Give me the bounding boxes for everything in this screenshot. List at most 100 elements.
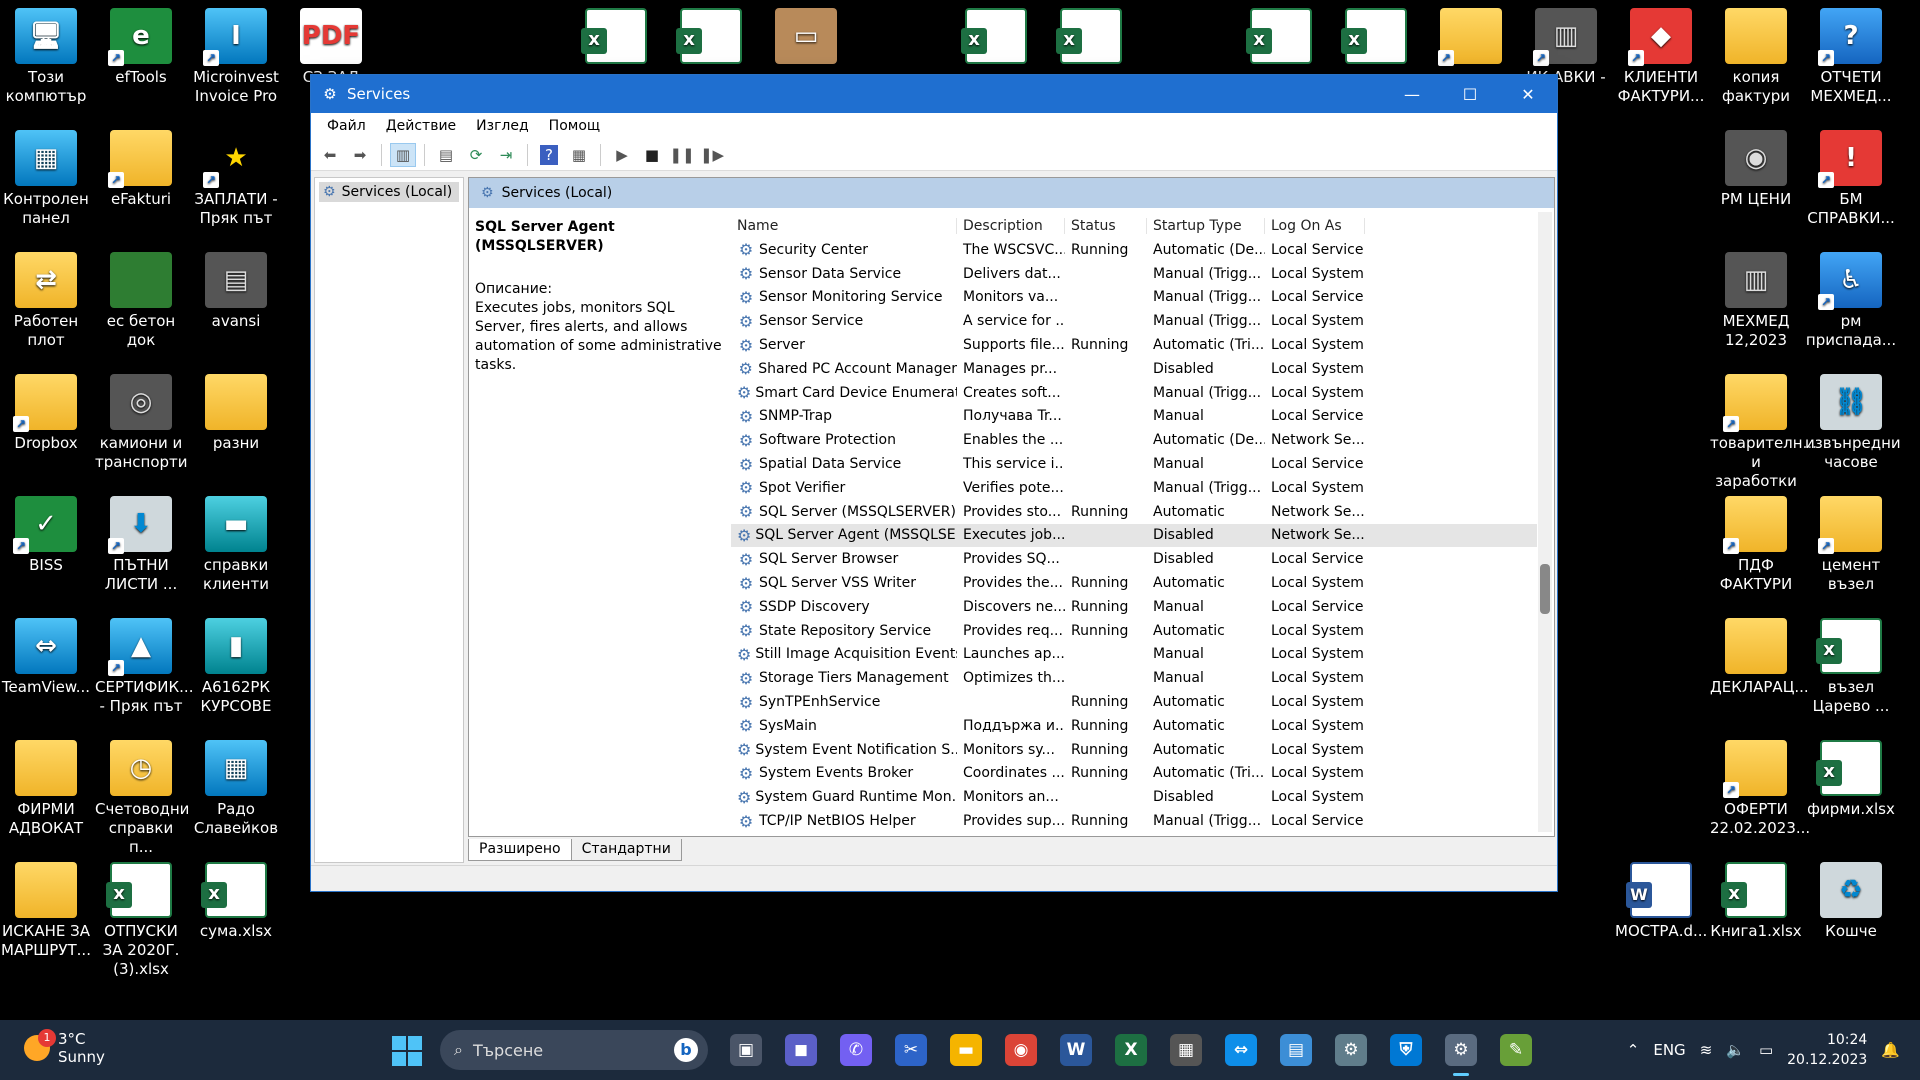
desktop-icon[interactable]: ⇄ Работен плот bbox=[0, 252, 92, 350]
calculator-icon[interactable]: ▦ bbox=[1170, 1034, 1202, 1066]
forward-arrow-icon[interactable]: ➡ bbox=[347, 143, 373, 167]
restart-service-icon[interactable]: ❚▶ bbox=[699, 143, 725, 167]
desktop-icon[interactable]: ▥ МЕХМЕД 12,2023 bbox=[1710, 252, 1802, 350]
desktop-icon[interactable] bbox=[1235, 8, 1327, 68]
table-row[interactable]: ⚙ SQL Server (MSSQLSERVER) Provides sto...… bbox=[731, 500, 1537, 524]
table-row[interactable]: ⚙ State Repository Service Provides req...… bbox=[731, 619, 1537, 643]
desktop-icon[interactable]: ▦ Контролен панел bbox=[0, 130, 92, 228]
column-header-status[interactable]: Status bbox=[1065, 218, 1147, 234]
table-row[interactable]: ⚙ System Events Broker Coordinates ... Runn… bbox=[731, 762, 1537, 786]
desktop-icon[interactable]: сума.xlsx bbox=[190, 862, 282, 941]
desktop-icon[interactable]: ◆КЛИЕНТИ ФАКТУРИ... bbox=[1615, 8, 1707, 106]
menu-help[interactable]: Помощ bbox=[539, 118, 610, 134]
excel-icon[interactable]: X bbox=[1115, 1034, 1147, 1066]
table-row[interactable]: ⚙ Spatial Data Service This service i... Ma… bbox=[731, 452, 1537, 476]
show-action-pane-icon[interactable]: ▦ bbox=[566, 143, 592, 167]
table-row[interactable]: ⚙ SQL Server Agent (MSSQLSE... Executes jo… bbox=[731, 523, 1537, 548]
word-icon[interactable]: W bbox=[1060, 1034, 1092, 1066]
services-icon[interactable]: ⚙ bbox=[1445, 1034, 1477, 1076]
desktop-icon[interactable] bbox=[1330, 8, 1422, 68]
bell-icon[interactable]: 🔔 bbox=[1881, 1041, 1900, 1059]
desktop-icon[interactable] bbox=[570, 8, 662, 68]
tab-extended[interactable]: Разширено bbox=[468, 839, 572, 861]
table-row[interactable]: ⚙ SNMP-Trap Получава Tr... Manual Local Serv… bbox=[731, 405, 1537, 429]
desktop-icon[interactable]: ⬇ПЪТНИ ЛИСТИ ... bbox=[95, 496, 187, 594]
desktop-icon[interactable]: ◎ камиони и транспорти bbox=[95, 374, 188, 472]
chrome-icon[interactable]: ◉ bbox=[1005, 1034, 1037, 1066]
desktop-icon[interactable]: ▭ bbox=[760, 8, 852, 68]
desktop-icon[interactable]: ⇔ TeamView... bbox=[0, 618, 92, 697]
desktop-icon[interactable]: ♿рм приспада... bbox=[1805, 252, 1897, 350]
desktop-icon[interactable]: цемент възел bbox=[1805, 496, 1897, 594]
desktop-icon[interactable]: e efTools bbox=[95, 8, 187, 87]
column-header-startup-type[interactable]: Startup Type bbox=[1147, 218, 1265, 234]
column-header-name[interactable]: Name bbox=[731, 218, 957, 234]
table-row[interactable]: ⚙ System Event Notification S... Monitors … bbox=[731, 738, 1537, 762]
table-row[interactable]: ⚙ Software Protection Enables the ... Autom… bbox=[731, 428, 1537, 452]
desktop-icon[interactable] bbox=[950, 8, 1042, 68]
desktop-icon[interactable]: ОТПУСКИ ЗА 2020Г. (3).xlsx bbox=[95, 862, 187, 979]
defender-icon[interactable]: ⛨ bbox=[1390, 1034, 1422, 1066]
chevron-up-icon[interactable]: ⌃ bbox=[1627, 1041, 1640, 1059]
settings-icon[interactable]: ⚙ bbox=[1335, 1034, 1367, 1066]
table-row[interactable]: ⚙ System Guard Runtime Mon... Monitors an.… bbox=[731, 785, 1537, 809]
pause-service-icon[interactable]: ❚❚ bbox=[669, 143, 695, 167]
desktop-icon[interactable]: !БМ СПРАВКИ... bbox=[1805, 130, 1897, 228]
desktop-icon[interactable]: ?ОТЧЕТИ МЕХМЕД... bbox=[1805, 8, 1897, 106]
show-hide-tree-icon[interactable]: ▥ bbox=[390, 142, 416, 167]
desktop-icon[interactable]: ⛓ извънредни часове bbox=[1805, 374, 1901, 472]
desktop-icon[interactable]: eFakturi bbox=[95, 130, 187, 209]
table-row[interactable]: ⚙ SQL Server Browser Provides SQ... Disable… bbox=[731, 547, 1537, 571]
properties-icon[interactable]: ▤ bbox=[433, 143, 459, 167]
table-row[interactable]: ⚙ TCP/IP NetBIOS Helper Provides sup... Run… bbox=[731, 809, 1537, 833]
start-service-icon[interactable]: ▶ bbox=[609, 143, 635, 167]
table-row[interactable]: ⚙ SysMain Поддържа и... Running Automatic Loc… bbox=[731, 714, 1537, 738]
viber-icon[interactable]: ✆ bbox=[840, 1034, 872, 1066]
volume-icon[interactable]: 🔈 bbox=[1726, 1041, 1745, 1059]
desktop-icon[interactable]: ес бетон док bbox=[95, 252, 187, 350]
desktop-icon[interactable]: ♻ Кошче bbox=[1805, 862, 1897, 941]
desktop-icon[interactable]: разни bbox=[190, 374, 282, 453]
table-row[interactable]: ⚙ Storage Tiers Management Optimizes th...… bbox=[731, 666, 1537, 690]
refresh-icon[interactable]: ⟳ bbox=[463, 143, 489, 167]
close-button[interactable]: ✕ bbox=[1499, 75, 1557, 113]
desktop-icon[interactable]: 🖥 Този компютър bbox=[0, 8, 92, 106]
maximize-button[interactable]: ☐ bbox=[1441, 75, 1499, 113]
table-row[interactable]: ⚙ Security Center The WSCSVC... Running Auto… bbox=[731, 238, 1537, 262]
minimize-button[interactable]: — bbox=[1383, 75, 1441, 113]
clock[interactable]: 10:24 20.12.2023 bbox=[1787, 1030, 1867, 1070]
table-row[interactable]: ⚙ Smart Card Device Enumerat... Creates so… bbox=[731, 381, 1537, 405]
desktop-icon[interactable]: възел Царево ... bbox=[1805, 618, 1897, 716]
table-row[interactable]: ⚙ Sensor Data Service Delivers dat... Manua… bbox=[731, 262, 1537, 286]
tools-icon[interactable]: ✎ bbox=[1500, 1034, 1532, 1066]
desktop-icon[interactable]: ◉ РМ ЦЕНИ bbox=[1710, 130, 1802, 209]
table-row[interactable]: ⚙ SSDP Discovery Discovers ne... Running Man… bbox=[731, 595, 1537, 619]
menu-action[interactable]: Действие bbox=[376, 118, 466, 134]
wifi-icon[interactable]: ≋ bbox=[1700, 1041, 1713, 1059]
table-row[interactable]: ⚙ Still Image Acquisition Events Launches … bbox=[731, 643, 1537, 667]
desktop-icon[interactable]: ▲СЕРТИФИК... - Пряк път bbox=[95, 618, 193, 716]
back-arrow-icon[interactable]: ⬅ bbox=[317, 143, 343, 167]
desktop-icon[interactable]: ★ЗАПЛАТИ - Пряк път bbox=[190, 130, 282, 228]
table-row[interactable]: ⚙ Shared PC Account Manager Manages pr... D… bbox=[731, 357, 1537, 381]
column-header-log-on-as[interactable]: Log On As bbox=[1265, 218, 1365, 234]
scrollbar-thumb[interactable] bbox=[1540, 564, 1550, 614]
export-list-icon[interactable]: ⇥ bbox=[493, 143, 519, 167]
tab-standard[interactable]: Стандартни bbox=[570, 839, 682, 861]
stop-service-icon[interactable]: ■ bbox=[639, 143, 665, 167]
desktop-icon[interactable]: ▮ А6162РК КУРСОВЕ bbox=[190, 618, 282, 716]
desktop-icon[interactable] bbox=[665, 8, 757, 68]
desktop-icon[interactable]: ▬ справки клиенти bbox=[190, 496, 282, 594]
tree-node-services-local[interactable]: ⚙ Services (Local) bbox=[319, 182, 459, 202]
battery-icon[interactable]: ▭ bbox=[1759, 1041, 1773, 1059]
desktop-icon[interactable]: МОСТРА.d... bbox=[1615, 862, 1707, 941]
table-row[interactable]: ⚙ Sensor Service A service for ... Manual (… bbox=[731, 309, 1537, 333]
desktop-icon[interactable]: ИСКАНЕ ЗА МАРШРУТ... bbox=[0, 862, 92, 960]
desktop-icon[interactable] bbox=[1425, 8, 1517, 68]
desktop-icon[interactable]: ▦ Радо Славейков bbox=[190, 740, 282, 838]
column-header-description[interactable]: Description bbox=[957, 218, 1065, 234]
desktop-icon[interactable]: ФИРМИ АДВОКАТ bbox=[0, 740, 92, 838]
desktop-icon[interactable]: фирми.xlsx bbox=[1805, 740, 1897, 819]
vertical-scrollbar[interactable] bbox=[1538, 212, 1552, 832]
desktop-icon[interactable]: Книга1.xlsx bbox=[1710, 862, 1802, 941]
